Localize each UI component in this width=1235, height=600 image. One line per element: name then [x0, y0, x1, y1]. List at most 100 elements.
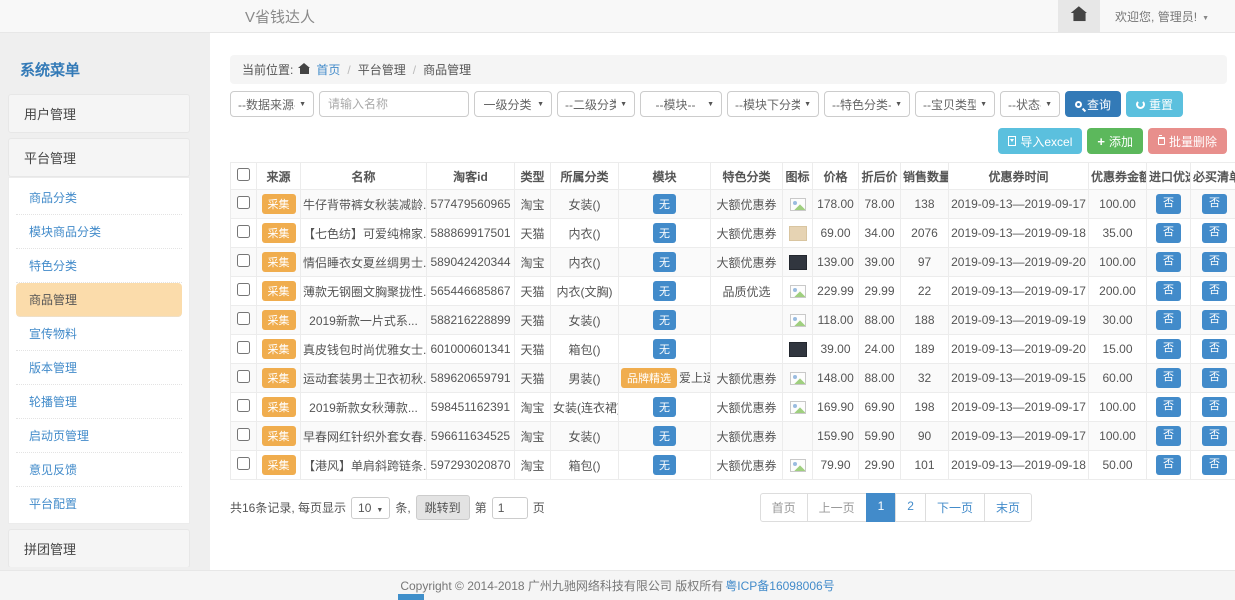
import-optimal-toggle[interactable]: 否 [1156, 455, 1181, 474]
must-buy-toggle[interactable]: 否 [1202, 397, 1227, 416]
import-excel-button[interactable]: 导入excel [998, 128, 1082, 154]
row-checkbox[interactable] [237, 399, 250, 412]
user-menu[interactable]: 欢迎您, 管理员! [1115, 8, 1209, 25]
jump-button[interactable]: 跳转到 [416, 495, 470, 520]
icp-link[interactable]: 粤ICP备16098006号 [725, 577, 834, 594]
sidebar-item[interactable]: 模块商品分类 [16, 215, 182, 249]
coupon-amount: 35.00 [1089, 219, 1147, 248]
name-search-input[interactable] [319, 91, 469, 117]
price: 229.99 [813, 277, 859, 306]
pager-button[interactable]: 末页 [984, 493, 1032, 522]
broken-image-icon [790, 314, 806, 327]
feature-category [711, 306, 783, 335]
page-number-input[interactable] [492, 497, 528, 519]
module-badge: 无 [653, 281, 676, 301]
table-body: 采集牛仔背带裤女秋装减龄...577479560965淘宝女装()无大额优惠券1… [231, 190, 1235, 480]
sales-count: 188 [901, 306, 949, 335]
batch-delete-button[interactable]: 批量删除 [1148, 128, 1227, 154]
must-buy-toggle[interactable]: 否 [1202, 426, 1227, 445]
module-badge: 品牌精选 [621, 368, 677, 388]
per-page-select[interactable]: 10 [351, 497, 390, 519]
row-checkbox[interactable] [237, 312, 250, 325]
row-checkbox[interactable] [237, 283, 250, 296]
sales-count: 90 [901, 422, 949, 451]
row-checkbox[interactable] [237, 341, 250, 354]
home-button[interactable] [1058, 0, 1100, 33]
row-checkbox[interactable] [237, 225, 250, 238]
must-buy-toggle[interactable]: 否 [1202, 310, 1227, 329]
product-type: 淘宝 [515, 393, 551, 422]
pager-button[interactable]: 下一页 [925, 493, 985, 522]
product-thumbnail [789, 226, 807, 241]
coupon-amount: 100.00 [1089, 422, 1147, 451]
filter-select[interactable]: --模块下分类-- [727, 91, 819, 117]
must-buy-toggle[interactable]: 否 [1202, 252, 1227, 271]
sidebar-group[interactable]: 平台管理 [8, 138, 190, 177]
must-buy-toggle[interactable]: 否 [1202, 223, 1227, 242]
product-category: 女装() [551, 422, 619, 451]
import-optimal-toggle[interactable]: 否 [1156, 397, 1181, 416]
product-type: 淘宝 [515, 451, 551, 480]
reset-button[interactable]: 重置 [1126, 91, 1183, 117]
coupon-time: 2019-09-13—2019-09-20 [949, 335, 1089, 364]
product-category: 男装() [551, 364, 619, 393]
import-optimal-toggle[interactable]: 否 [1156, 252, 1181, 271]
row-checkbox[interactable] [237, 370, 250, 383]
pager-button[interactable]: 上一页 [807, 493, 867, 522]
select-all-checkbox[interactable] [237, 168, 250, 181]
sidebar-item[interactable]: 商品管理 [16, 283, 182, 317]
breadcrumb-separator [345, 63, 352, 77]
search-button[interactable]: 查询 [1065, 91, 1121, 117]
sidebar-item[interactable]: 意见反馈 [16, 453, 182, 487]
breadcrumb-home-link[interactable]: 首页 [316, 61, 340, 78]
sidebar-item[interactable]: 启动页管理 [16, 419, 182, 453]
table-row: 采集早春网红针织外套女春...596611634525淘宝女装()无大额优惠券1… [231, 422, 1235, 451]
add-button[interactable]: + 添加 [1087, 128, 1143, 154]
import-optimal-toggle[interactable]: 否 [1156, 368, 1181, 387]
chevron-down-icon [1202, 9, 1209, 23]
must-buy-toggle[interactable]: 否 [1202, 194, 1227, 213]
row-checkbox[interactable] [237, 254, 250, 267]
filter-select[interactable]: --二级分类-- [557, 91, 635, 117]
row-checkbox[interactable] [237, 196, 250, 209]
page-label-prefix: 第 [475, 499, 487, 516]
import-optimal-toggle[interactable]: 否 [1156, 339, 1181, 358]
col-header: 特色分类 [711, 163, 783, 190]
sidebar-item[interactable]: 特色分类 [16, 249, 182, 283]
col-header: 淘客id [427, 163, 515, 190]
sidebar-item[interactable]: 商品分类 [16, 181, 182, 215]
pager-button[interactable]: 首页 [760, 493, 808, 522]
must-buy-toggle[interactable]: 否 [1202, 281, 1227, 300]
import-optimal-toggle[interactable]: 否 [1156, 281, 1181, 300]
filter-select[interactable]: --数据来源-- [230, 91, 314, 117]
must-buy-toggle[interactable]: 否 [1202, 455, 1227, 474]
row-checkbox[interactable] [237, 457, 250, 470]
must-buy-toggle[interactable]: 否 [1202, 368, 1227, 387]
col-header: 名称 [301, 163, 427, 190]
import-optimal-toggle[interactable]: 否 [1156, 223, 1181, 242]
sidebar-group[interactable]: 用户管理 [8, 94, 190, 133]
sidebar-item[interactable]: 轮播管理 [16, 385, 182, 419]
must-buy-toggle[interactable]: 否 [1202, 339, 1227, 358]
import-optimal-toggle[interactable]: 否 [1156, 310, 1181, 329]
sales-count: 22 [901, 277, 949, 306]
sidebar-item[interactable]: 宣传物料 [16, 317, 182, 351]
filter-select[interactable]: --模块-- [640, 91, 722, 117]
filter-select[interactable]: --状态-- [1000, 91, 1060, 117]
row-checkbox[interactable] [237, 428, 250, 441]
sidebar: 系统菜单 用户管理平台管理商品分类模块商品分类特色分类商品管理宣传物料版本管理轮… [8, 55, 190, 567]
feature-category: 大额优惠券 [711, 190, 783, 219]
pager-current-page[interactable]: 1 [866, 493, 897, 522]
filter-select[interactable]: --宝贝类型-- [915, 91, 995, 117]
sidebar-item[interactable]: 版本管理 [16, 351, 182, 385]
import-optimal-toggle[interactable]: 否 [1156, 194, 1181, 213]
source-badge: 采集 [262, 455, 296, 475]
sidebar-item[interactable]: 平台配置 [16, 487, 182, 520]
filter-select[interactable]: --特色分类-- [824, 91, 910, 117]
product-name: 【七色纺】可爱纯棉家... [301, 219, 427, 248]
pager-button[interactable]: 2 [895, 493, 926, 522]
import-optimal-toggle[interactable]: 否 [1156, 426, 1181, 445]
filter-select[interactable]: 一级分类 [474, 91, 552, 117]
sidebar-group[interactable]: 拼团管理 [8, 529, 190, 567]
product-category: 女装(连衣裙) [551, 393, 619, 422]
